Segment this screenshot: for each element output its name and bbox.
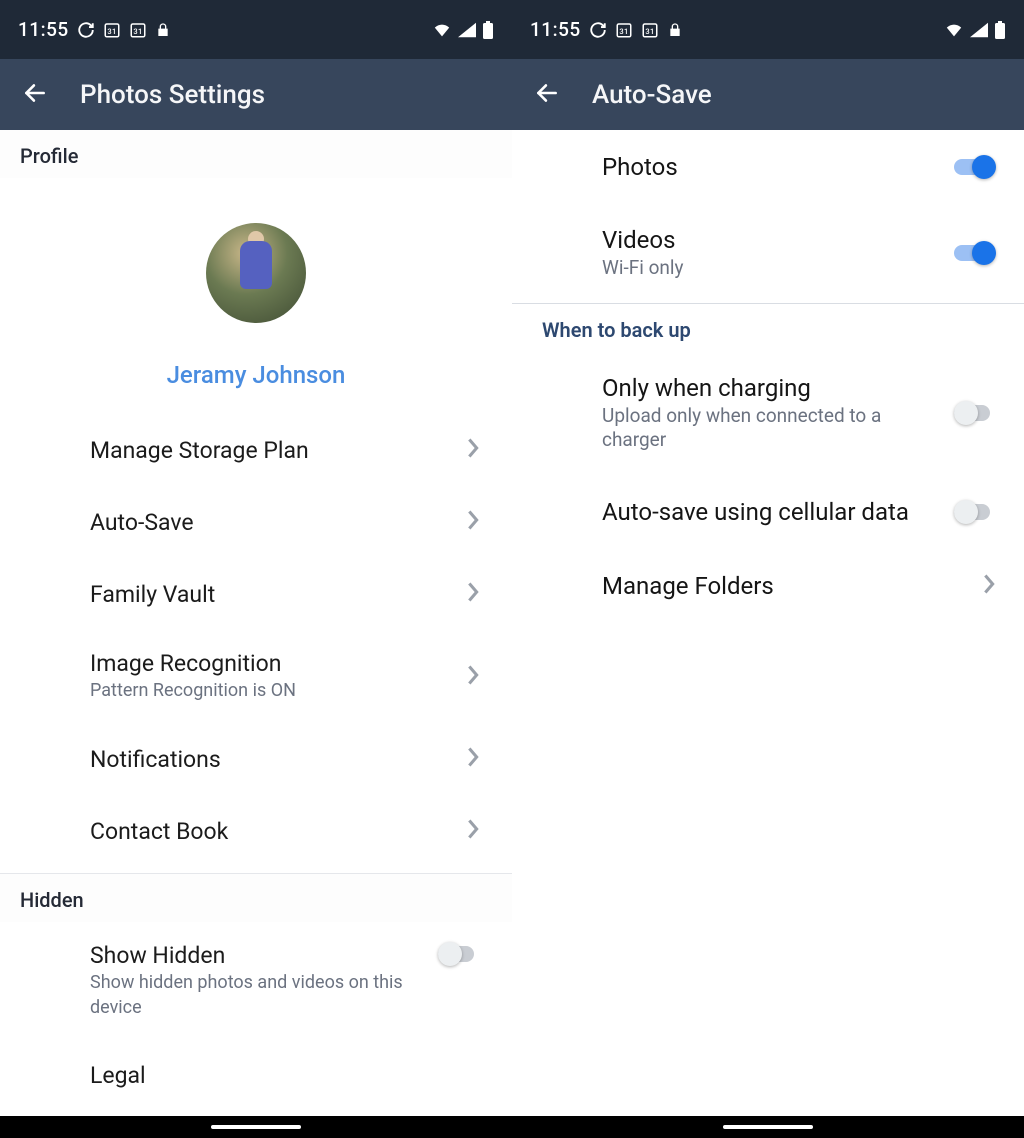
signal-icon [458, 22, 476, 38]
item-label: Manage Folders [602, 572, 966, 600]
item-label: Notifications [90, 746, 466, 773]
chevron-right-icon [466, 818, 480, 844]
system-nav-bar[interactable] [0, 1116, 512, 1138]
chevron-right-icon [466, 581, 480, 607]
item-auto-save[interactable]: Auto-Save [0, 486, 512, 558]
item-label: Photos [602, 153, 938, 181]
screen-auto-save: 11:55 31 31 [512, 0, 1024, 1138]
item-label: Legal [90, 1062, 480, 1089]
svg-text:31: 31 [133, 26, 142, 35]
item-label: Only when charging [602, 374, 938, 402]
item-subtitle: Wi-Fi only [602, 256, 938, 281]
wifi-icon [944, 22, 964, 38]
avatar[interactable] [206, 223, 306, 323]
svg-text:31: 31 [107, 26, 116, 35]
calendar-icon: 31 [129, 21, 147, 39]
status-time: 11:55 [530, 18, 581, 41]
sync-icon [589, 21, 607, 39]
back-button[interactable] [22, 80, 48, 110]
section-hidden: Hidden [0, 874, 512, 922]
profile-block: Jeramy Johnson [0, 178, 512, 414]
svg-text:31: 31 [619, 26, 628, 35]
item-family-vault[interactable]: Family Vault [0, 558, 512, 630]
item-videos[interactable]: Videos Wi-Fi only [512, 204, 1024, 303]
item-notifications[interactable]: Notifications [0, 723, 512, 795]
status-bar: 11:55 31 31 [512, 0, 1024, 59]
sync-icon [77, 21, 95, 39]
back-button[interactable] [534, 80, 560, 110]
item-subtitle: Show hidden photos and videos on this de… [90, 971, 438, 1020]
status-bar: 11:55 31 31 [0, 0, 512, 59]
battery-icon [482, 21, 494, 39]
signal-icon [970, 22, 988, 38]
item-label: Auto-Save [90, 509, 466, 536]
toggle-show-hidden[interactable] [438, 942, 480, 966]
item-only-when-charging[interactable]: Only when charging Upload only when conn… [512, 352, 1024, 475]
item-manage-folders[interactable]: Manage Folders [512, 549, 1024, 623]
calendar-icon: 31 [615, 21, 633, 39]
nav-handle-icon [211, 1125, 301, 1129]
item-photos[interactable]: Photos [512, 130, 1024, 204]
toggle-photos[interactable] [954, 155, 996, 179]
item-label: Manage Storage Plan [90, 437, 466, 464]
svg-text:31: 31 [645, 26, 654, 35]
item-show-hidden[interactable]: Show Hidden Show hidden photos and video… [0, 922, 512, 1040]
item-label: Contact Book [90, 818, 466, 845]
item-manage-storage[interactable]: Manage Storage Plan [0, 414, 512, 486]
app-bar: Auto-Save [512, 59, 1024, 130]
calendar-icon: 31 [641, 21, 659, 39]
item-label: Auto-save using cellular data [602, 498, 938, 526]
calendar-icon: 31 [103, 21, 121, 39]
profile-name[interactable]: Jeramy Johnson [167, 361, 346, 389]
nav-handle-icon [723, 1125, 813, 1129]
system-nav-bar[interactable] [512, 1116, 1024, 1138]
item-label: Image Recognition [90, 650, 466, 677]
toggle-videos[interactable] [954, 241, 996, 265]
item-cellular-data[interactable]: Auto-save using cellular data [512, 475, 1024, 549]
wifi-icon [432, 22, 452, 38]
section-profile: Profile [0, 130, 512, 178]
item-label: Videos [602, 226, 938, 254]
item-image-recognition[interactable]: Image Recognition Pattern Recognition is… [0, 630, 512, 723]
toggle-cellular[interactable] [954, 500, 996, 524]
screen-photos-settings: 11:55 31 31 [0, 0, 512, 1138]
lock-icon [155, 22, 171, 38]
lock-icon [667, 22, 683, 38]
app-bar: Photos Settings [0, 59, 512, 130]
chevron-right-icon [466, 509, 480, 535]
chevron-right-icon [466, 664, 480, 690]
item-subtitle: Pattern Recognition is ON [90, 679, 466, 703]
page-title: Photos Settings [80, 80, 265, 110]
page-title: Auto-Save [592, 80, 712, 110]
chevron-right-icon [466, 746, 480, 772]
item-legal[interactable]: Legal [0, 1040, 512, 1112]
chevron-right-icon [466, 437, 480, 463]
chevron-right-icon [982, 573, 996, 599]
item-subtitle: Upload only when connected to a charger [602, 404, 938, 453]
item-contact-book[interactable]: Contact Book [0, 795, 512, 867]
battery-icon [994, 21, 1006, 39]
status-time: 11:55 [18, 18, 69, 41]
item-label: Show Hidden [90, 942, 438, 969]
toggle-charging[interactable] [954, 401, 996, 425]
item-label: Family Vault [90, 581, 466, 608]
section-when-backup: When to back up [512, 304, 1024, 352]
